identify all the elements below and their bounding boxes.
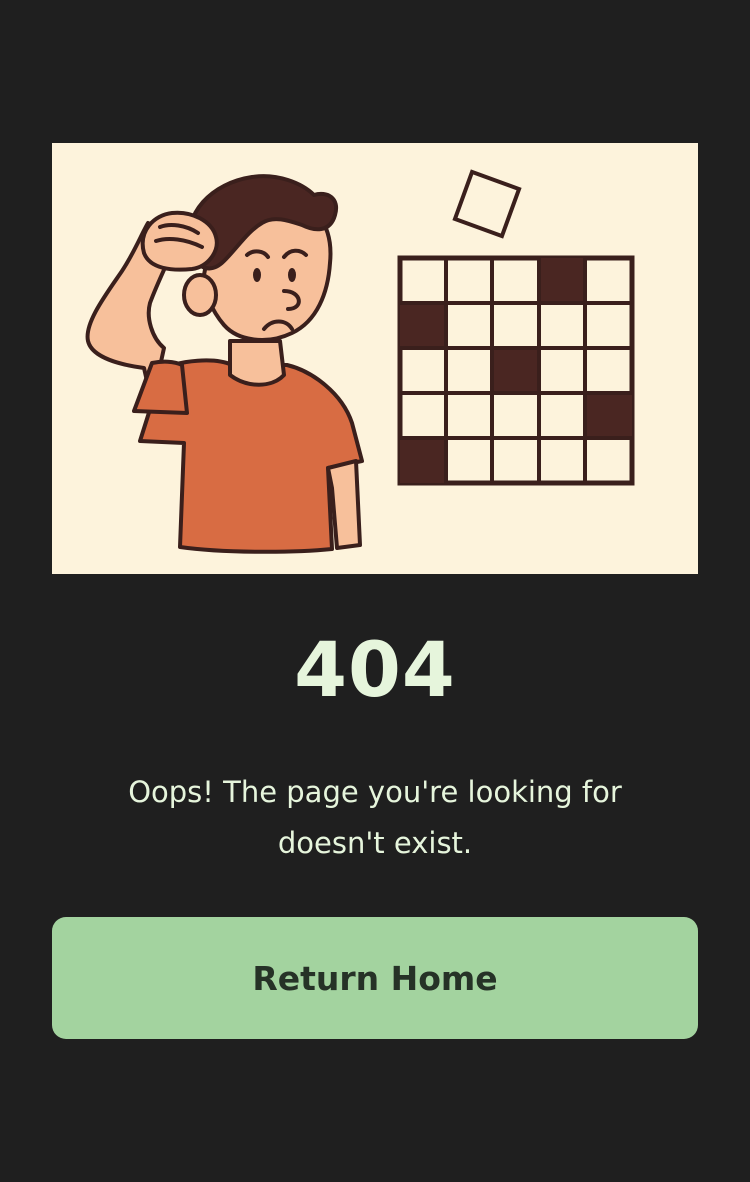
grid-black-cell	[492, 348, 539, 393]
falling-tile	[452, 169, 522, 239]
left-eye	[253, 268, 261, 282]
confused-person-crossword-illustration	[52, 143, 698, 574]
grid-black-cell	[400, 303, 446, 348]
crossword-grid	[397, 255, 635, 486]
right-eye	[288, 268, 296, 282]
grid-black-cell	[585, 393, 632, 438]
return-home-button[interactable]: Return Home	[52, 917, 698, 1039]
ear	[182, 273, 218, 317]
neck	[228, 339, 286, 387]
grid-black-cell	[400, 438, 446, 483]
illustration-svg	[85, 169, 635, 554]
error-message: Oops! The page you're looking for doesn'…	[128, 775, 622, 860]
confused-person	[85, 174, 364, 554]
error-code: 404	[294, 625, 456, 714]
grid-black-cell	[539, 258, 585, 303]
